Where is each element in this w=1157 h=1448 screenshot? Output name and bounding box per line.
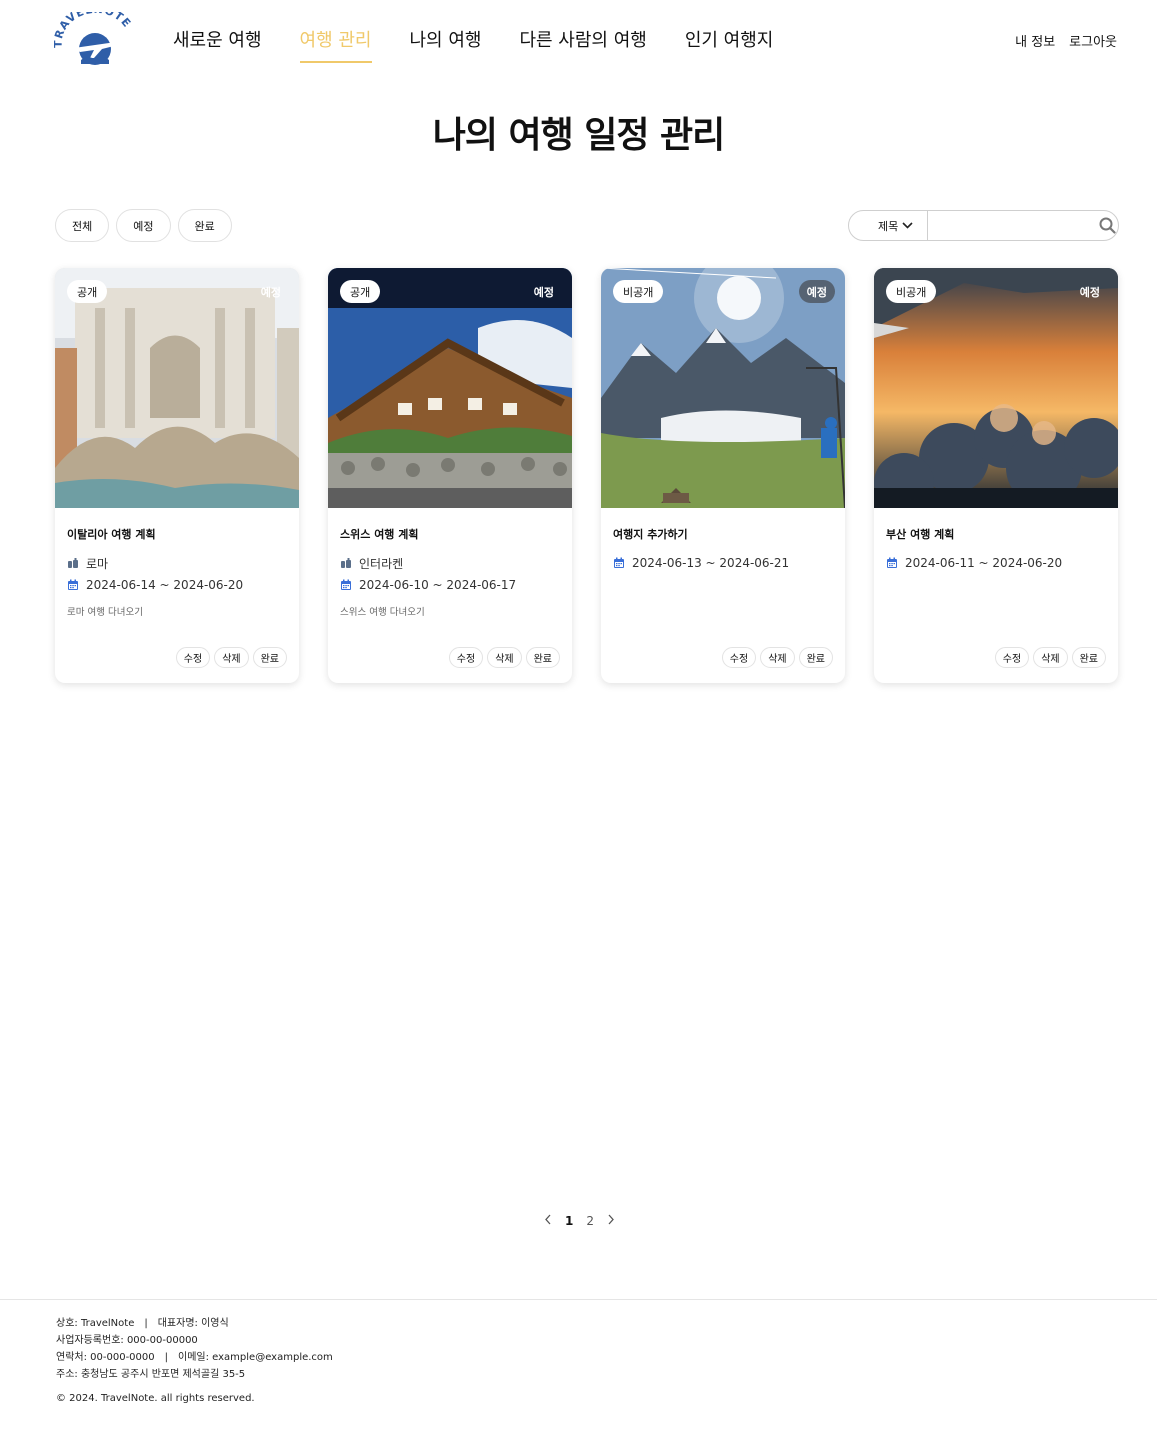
status-badge: 예정 [260,285,281,299]
trip-location: 인터라켄 [359,556,404,571]
footer-contact-row: 연락처: 00-000-0000 | 이메일: example@example.co… [56,1352,1157,1364]
trip-dates: 2024-06-11 ~ 2024-06-20 [905,556,1063,570]
complete-button[interactable]: 완료 [252,647,287,668]
search-box: 제목 [848,210,1119,241]
next-page-icon[interactable] [607,1214,615,1228]
nav-new-trip[interactable]: 새로운 여행 [173,26,262,63]
trip-dates: 2024-06-14 ~ 2024-06-20 [86,578,244,592]
filter-all-button[interactable]: 전체 [55,209,110,242]
trip-image-mountain-zipline: 비공개 예정 [601,268,845,508]
footer-email: 이메일: example@example.com [178,1352,333,1363]
status-badge: 예정 [533,285,554,299]
visibility-badge: 공개 [340,280,381,303]
trip-description: 스위스 여행 다녀오기 [340,607,425,618]
nav-trip-management[interactable]: 여행 관리 [299,26,372,63]
nav-my-trips[interactable]: 나의 여행 [410,26,482,63]
trip-card[interactable]: 비공개 예정 여행지 추가하기 2024-06-13 ~ 2024-06-21 … [601,268,845,683]
footer-divider: | [144,1318,148,1329]
trip-card[interactable]: 공개 예정 스위스 여행 계획 인터라켄 2024-06-10 ~ 2024-0… [328,268,572,683]
card-actions: 수정 삭제 완료 [448,647,560,668]
trip-image-trevi-fountain: 공개 예정 [55,268,299,508]
calendar-icon [340,579,352,591]
travelnote-logo[interactable]: TRAVELNOTE [52,3,136,66]
trip-title: 스위스 여행 계획 [340,528,419,541]
nav-popular-destinations[interactable]: 인기 여행지 [685,26,774,63]
pagination: 1 2 [544,1214,615,1228]
card-actions: 수정 삭제 완료 [994,647,1106,668]
filter-planned-button[interactable]: 예정 [116,209,171,242]
trip-location: 로마 [86,556,109,571]
trip-location-row: 인터라켄 [340,556,560,571]
calendar-icon [613,557,625,569]
trip-image-sunset-clouds: 비공개 예정 [874,268,1118,508]
trip-dates-row: 2024-06-14 ~ 2024-06-20 [67,578,287,592]
chevron-down-icon [902,219,913,232]
visibility-badge: 비공개 [886,280,937,303]
trip-dates: 2024-06-10 ~ 2024-06-17 [359,578,517,592]
trip-image-swiss-chalet: 공개 예정 [328,268,572,508]
status-badge: 예정 [798,280,835,303]
nav-others-trips[interactable]: 다른 사람의 여행 [519,26,646,63]
footer-ceo: 대표자명: 이영식 [157,1318,229,1329]
main-nav: 새로운 여행 여행 관리 나의 여행 다른 사람의 여행 인기 여행지 [173,26,811,63]
edit-button[interactable]: 수정 [994,647,1030,668]
page-number-1[interactable]: 1 [565,1214,573,1228]
footer-copyright: © 2024. TravelNote. all rights reserved. [56,1393,255,1404]
status-badge: 예정 [1079,285,1100,299]
complete-button[interactable]: 완료 [798,647,833,668]
calendar-icon [67,579,79,591]
search-field-select[interactable]: 제목 [849,211,928,240]
visibility-badge: 비공개 [613,280,664,303]
delete-button[interactable]: 삭제 [214,647,249,668]
page-number-2[interactable]: 2 [586,1214,594,1228]
visibility-badge: 공개 [67,280,108,303]
trip-dates-row: 2024-06-13 ~ 2024-06-21 [613,556,833,570]
delete-button[interactable]: 삭제 [1033,647,1068,668]
luggage-icon [340,557,352,569]
edit-button[interactable]: 수정 [448,647,484,668]
trip-title: 부산 여행 계획 [886,528,955,541]
filter-completed-button[interactable]: 완료 [177,209,232,242]
footer: 상호: TravelNote | 대표자명: 이영식 사업자등록번호: 000-00… [0,1299,1157,1448]
status-filters: 전체 예정 완료 [55,209,232,242]
prev-page-icon[interactable] [544,1214,552,1228]
trip-title: 이탈리아 여행 계획 [67,528,156,541]
trip-card[interactable]: 공개 예정 이탈리아 여행 계획 로마 2024-06-14 ~ 2024-06… [55,268,299,683]
delete-button[interactable]: 삭제 [487,647,522,668]
footer-company: 상호: TravelNote [56,1318,135,1329]
footer-biz-no: 사업자등록번호: 000-00-00000 [56,1335,198,1346]
delete-button[interactable]: 삭제 [760,647,795,668]
search-icon[interactable] [1098,217,1118,234]
header: TRAVELNOTE 새로운 여행 여행 관리 나의 여행 다른 사람의 여행 … [0,0,1157,80]
trip-title: 여행지 추가하기 [613,528,688,541]
complete-button[interactable]: 완료 [1071,647,1106,668]
card-actions: 수정 삭제 완료 [175,647,287,668]
trip-dates: 2024-06-13 ~ 2024-06-21 [632,556,790,570]
trip-card[interactable]: 비공개 예정 부산 여행 계획 2024-06-11 ~ 2024-06-20 … [874,268,1118,683]
complete-button[interactable]: 완료 [525,647,560,668]
trip-location-row: 로마 [67,556,287,571]
luggage-icon [67,557,79,569]
calendar-icon [886,557,898,569]
trip-description: 로마 여행 다녀오기 [67,607,143,618]
search-select-value: 제목 [878,219,899,233]
trip-dates-row: 2024-06-10 ~ 2024-06-17 [340,578,560,592]
my-info-link[interactable]: 내 정보 [1015,31,1055,50]
footer-divider: | [164,1352,169,1363]
edit-button[interactable]: 수정 [175,647,211,668]
page-title: 나의 여행 일정 관리 [432,115,726,156]
card-actions: 수정 삭제 완료 [721,647,833,668]
edit-button[interactable]: 수정 [721,647,757,668]
footer-company-row: 상호: TravelNote | 대표자명: 이영식 [56,1318,1157,1330]
footer-phone: 연락처: 00-000-0000 [56,1352,155,1363]
footer-address: 주소: 충청남도 공주시 반포면 제석골길 35-5 [56,1369,246,1380]
logout-link[interactable]: 로그아웃 [1069,31,1117,50]
trip-card-list: 공개 예정 이탈리아 여행 계획 로마 2024-06-14 ~ 2024-06… [55,268,1118,683]
user-menu: 내 정보 로그아웃 [1015,31,1117,50]
trip-dates-row: 2024-06-11 ~ 2024-06-20 [886,556,1106,570]
search-input[interactable] [927,211,1098,240]
